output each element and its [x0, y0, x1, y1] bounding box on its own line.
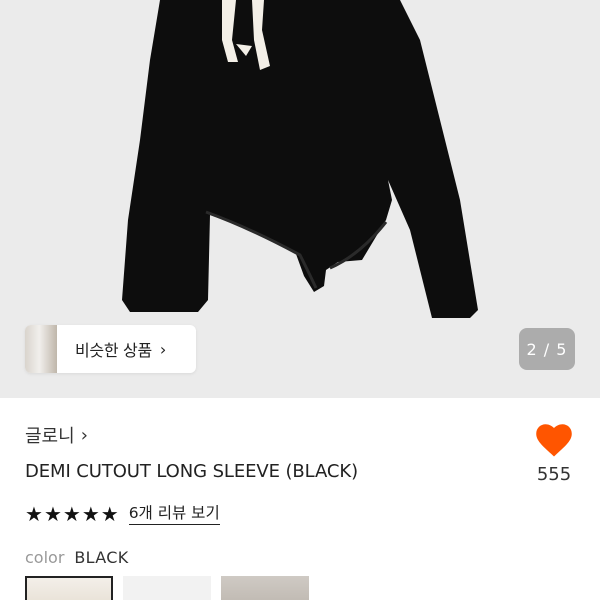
- color-swatch-list: [25, 576, 319, 600]
- star-icon: ★: [100, 502, 119, 527]
- star-icon: ★: [62, 502, 81, 527]
- similar-products-label: 비슷한 상품: [75, 341, 152, 360]
- star-icon: ★: [81, 502, 100, 527]
- similar-products-button[interactable]: 비슷한 상품 ›: [25, 325, 196, 373]
- color-value: BLACK: [74, 548, 129, 567]
- rating-stars: ★ ★ ★ ★ ★: [25, 504, 120, 524]
- heart-icon[interactable]: [535, 424, 573, 458]
- review-link[interactable]: 6개 리뷰 보기: [128, 504, 220, 525]
- color-option-row: color BLACK: [25, 548, 129, 567]
- product-title: DEMI CUTOUT LONG SLEEVE (BLACK): [25, 461, 358, 482]
- color-swatch-selected[interactable]: [25, 576, 113, 600]
- chevron-right-icon: ›: [80, 424, 88, 446]
- star-icon: ★: [25, 502, 43, 527]
- color-swatch[interactable]: [123, 576, 211, 600]
- gallery-page-indicator: 2 / 5: [519, 328, 575, 370]
- chevron-right-icon: ›: [159, 339, 167, 359]
- color-swatch[interactable]: [221, 576, 309, 600]
- star-icon: ★: [43, 502, 62, 527]
- brand-link[interactable]: 글로니 ›: [25, 422, 88, 448]
- color-label: color: [25, 548, 65, 567]
- like-count: 555: [536, 464, 572, 485]
- product-image-gallery[interactable]: 비슷한 상품 › 2 / 5: [0, 0, 600, 398]
- brand-name: 글로니: [25, 426, 75, 447]
- like-button[interactable]: 555: [526, 424, 582, 496]
- rating-row: ★ ★ ★ ★ ★ 6개 리뷰 보기: [25, 504, 220, 525]
- similar-product-thumbnail: [25, 325, 57, 373]
